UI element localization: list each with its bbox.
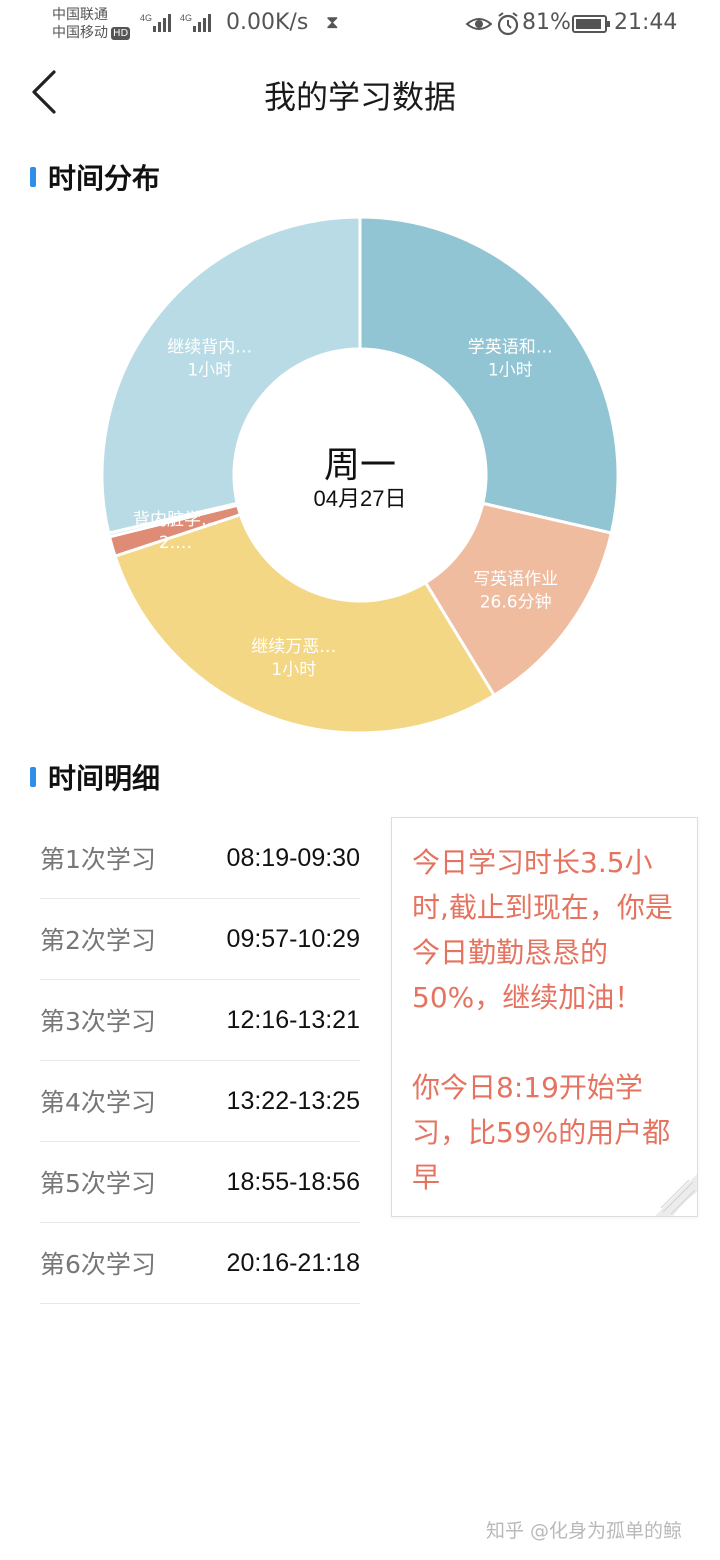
net-speed: 0.00K/s <box>226 10 309 35</box>
eye-icon <box>466 18 492 30</box>
session-row: 第1次学习 08:19-09:30 <box>40 818 360 899</box>
session-label: 第2次学习 <box>40 926 156 955</box>
note-start-time: 你今日8:19开始学习，比59%的用户都早 <box>412 1071 671 1194</box>
session-time: 09:57-10:29 <box>226 924 360 953</box>
session-time: 18:55-18:56 <box>226 1167 360 1196</box>
section-accent-bar <box>30 767 36 787</box>
chart-center-day: 周一 <box>324 444 396 485</box>
status-clock: 21:44 <box>614 10 678 35</box>
session-row: 第5次学习 18:55-18:56 <box>40 1142 360 1223</box>
chart-slice-label: 继续万恶… <box>251 637 336 657</box>
hourglass-icon: ⧗ <box>326 12 339 33</box>
session-time: 13:22-13:25 <box>226 1086 360 1115</box>
network-type-label: 4G <box>140 13 152 23</box>
section-title-distribution: 时间分布 <box>48 162 161 195</box>
status-bar: 中国联通 中国移动 HD 4G 4G 0.00K/s ⧗ 81% 21:44 <box>0 0 720 50</box>
battery-level: 81% <box>522 10 571 35</box>
session-label: 第4次学习 <box>40 1088 156 1117</box>
chart-center-date: 04月27日 <box>314 486 407 511</box>
session-row: 第2次学习 09:57-10:29 <box>40 899 360 980</box>
session-label: 第1次学习 <box>40 845 156 874</box>
signal-icon-2: 4G <box>180 13 211 32</box>
note-study-duration: 今日学习时长3.5小时,截止到现在，你是今日勤勤恳恳的50%，继续加油！ <box>412 846 673 1014</box>
session-list: 第1次学习 08:19-09:30 第2次学习 09:57-10:29 第3次学… <box>40 818 360 1304</box>
watermark: 知乎 @化身为孤单的鲸 <box>486 1520 683 1542</box>
network-type-label-2: 4G <box>180 13 192 23</box>
alarm-icon <box>497 12 519 36</box>
chart-slice-value: 1小时 <box>271 660 316 680</box>
chart-slice-value: 26.6分钟 <box>480 592 552 612</box>
chart-slice-label: 写英语作业 <box>473 569 558 589</box>
session-label: 第6次学习 <box>40 1250 156 1279</box>
session-label: 第5次学习 <box>40 1169 156 1198</box>
session-time: 20:16-21:18 <box>226 1248 360 1277</box>
session-row: 第3次学习 12:16-13:21 <box>40 980 360 1061</box>
section-accent-bar <box>30 167 36 187</box>
carrier-2: 中国移动 <box>52 25 108 41</box>
chart-slice-value: 1小时 <box>187 360 232 380</box>
battery-icon <box>572 15 610 33</box>
section-title-detail: 时间明细 <box>48 762 161 795</box>
session-time: 08:19-09:30 <box>226 843 360 872</box>
session-row: 第4次学习 13:22-13:25 <box>40 1061 360 1142</box>
carrier-info: 中国联通 中国移动 HD <box>52 6 131 42</box>
hd-badge: HD <box>111 26 131 40</box>
session-time: 12:16-13:21 <box>226 1005 360 1034</box>
summary-note-card: 今日学习时长3.5小时,截止到现在，你是今日勤勤恳恳的50%，继续加油！ 你今日… <box>391 817 698 1217</box>
section-header-distribution: 时间分布 <box>30 160 161 195</box>
session-row: 第6次学习 20:16-21:18 <box>40 1223 360 1304</box>
time-distribution-chart: 学英语和…1小时写英语作业26.6分钟继续万恶…1小时背内脏学…2.…继续背内…… <box>100 215 620 735</box>
signal-icon: 4G <box>140 13 171 32</box>
page-title: 我的学习数据 <box>263 78 456 116</box>
chart-slice-label: 背内脏学… <box>133 510 218 530</box>
chart-slice-value: 1小时 <box>488 360 533 380</box>
page-curl-icon <box>653 1172 697 1216</box>
section-header-detail: 时间明细 <box>30 760 161 795</box>
carrier-1: 中国联通 <box>52 7 108 23</box>
session-label: 第3次学习 <box>40 1007 156 1036</box>
chart-slice-value: 2.… <box>159 533 192 553</box>
chart-slice-label: 学英语和… <box>468 337 553 357</box>
chart-slice-label: 继续背内… <box>167 337 252 357</box>
